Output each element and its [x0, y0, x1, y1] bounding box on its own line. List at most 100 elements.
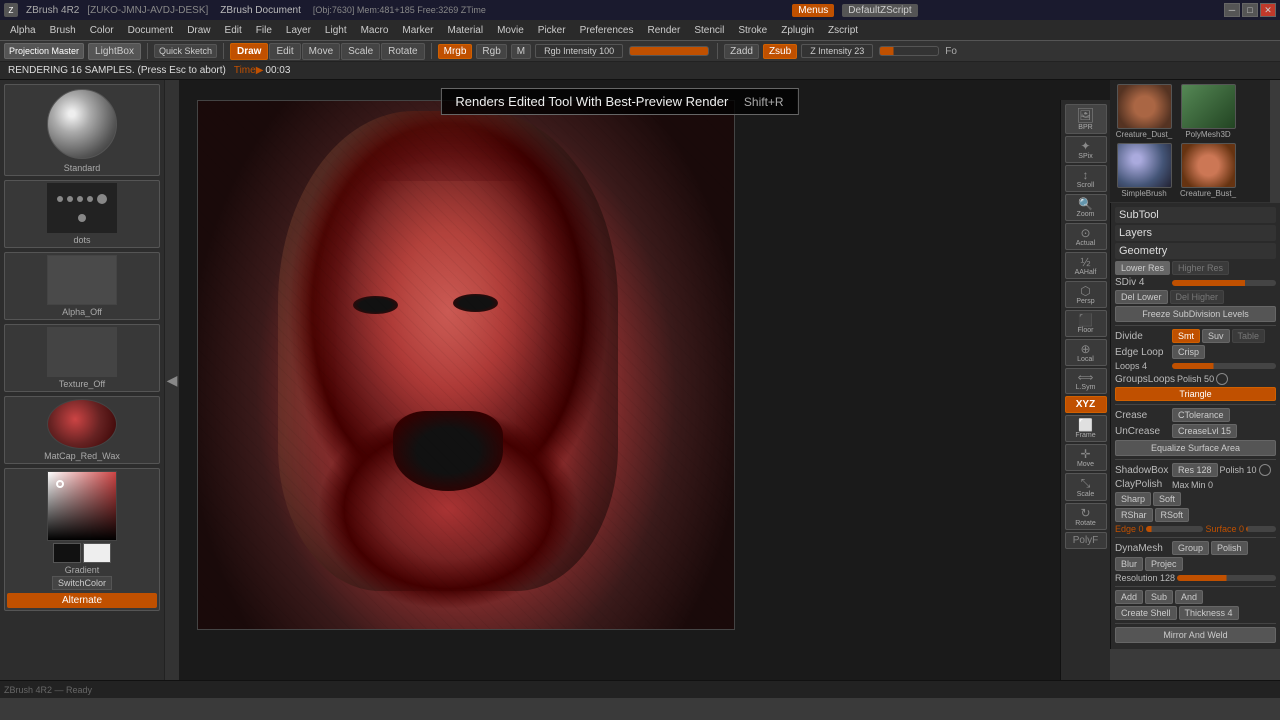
and-btn[interactable]: And	[1175, 590, 1203, 604]
rshar-btn[interactable]: RShar	[1115, 508, 1153, 522]
menu-zplugin[interactable]: Zplugin	[775, 23, 820, 38]
menu-color[interactable]: Color	[84, 23, 120, 38]
lower-res-btn[interactable]: Lower Res	[1115, 261, 1170, 275]
default-script-btn[interactable]: DefaultZScript	[842, 4, 917, 17]
group-btn[interactable]: Group	[1172, 541, 1209, 555]
thumb-simplebrush[interactable]: SimpleBrush	[1114, 143, 1174, 198]
mrgb-btn[interactable]: Mrgb	[438, 44, 473, 59]
bpr-btn[interactable]: 🖼 BPR	[1065, 104, 1107, 134]
aahalf-btn[interactable]: ½ AAHalf	[1065, 252, 1107, 279]
equalize-btn[interactable]: Equalize Surface Area	[1115, 440, 1276, 456]
sub-btn[interactable]: Sub	[1145, 590, 1173, 604]
layers-header[interactable]: Layers	[1115, 225, 1276, 241]
del-lower-btn[interactable]: Del Lower	[1115, 290, 1168, 304]
material-preview-tile[interactable]: MatCap_Red_Wax	[4, 396, 160, 464]
color-picker[interactable]	[47, 471, 117, 541]
brush-preview-tile[interactable]: Standard	[4, 84, 160, 176]
rotate-nav-btn[interactable]: ↻ Rotate	[1065, 503, 1107, 530]
frame-btn[interactable]: ⬜ Frame	[1065, 415, 1107, 442]
surface-slider[interactable]	[1246, 526, 1276, 532]
soft-btn[interactable]: Soft	[1153, 492, 1181, 506]
alternate-btn[interactable]: Alternate	[7, 593, 157, 608]
menu-zscript[interactable]: Zscript	[822, 23, 864, 38]
geometry-header[interactable]: Geometry	[1115, 243, 1276, 259]
alpha-preview-tile[interactable]: Alpha_Off	[4, 252, 160, 320]
edit-mode-btn[interactable]: Edit	[269, 43, 300, 60]
polish-10-toggle[interactable]	[1259, 464, 1271, 476]
creaselvl-btn[interactable]: CreaseLvl 15	[1172, 424, 1237, 438]
floor-btn[interactable]: ⬛ Floor	[1065, 310, 1107, 337]
move-nav-btn[interactable]: ✛ Move	[1065, 444, 1107, 471]
sdiv-slider[interactable]	[1172, 280, 1276, 286]
polish-50-toggle[interactable]	[1216, 373, 1228, 385]
rotate-mode-btn[interactable]: Rotate	[381, 43, 424, 60]
projection-master-btn[interactable]: Projection Master	[4, 43, 84, 59]
zoom-btn[interactable]: 🔍 Zoom	[1065, 194, 1107, 221]
menu-layer[interactable]: Layer	[280, 23, 317, 38]
higher-res-btn[interactable]: Higher Res	[1172, 261, 1229, 275]
suv-btn[interactable]: Suv	[1202, 329, 1230, 343]
rsoft-btn[interactable]: RSoft	[1155, 508, 1190, 522]
menu-document[interactable]: Document	[122, 23, 180, 38]
texture-preview-tile[interactable]: Texture_Off	[4, 324, 160, 392]
scroll-btn[interactable]: ↕ Scroll	[1065, 165, 1107, 192]
menu-draw[interactable]: Draw	[181, 23, 216, 38]
swatch-white[interactable]	[83, 543, 111, 563]
subtool-header[interactable]: SubTool	[1115, 207, 1276, 223]
polyf-btn[interactable]: PolyF	[1065, 532, 1107, 549]
project-btn[interactable]: Projec	[1145, 557, 1183, 571]
actual-btn[interactable]: ⊙ Actual	[1065, 223, 1107, 250]
menu-stroke[interactable]: Stroke	[732, 23, 773, 38]
smt-btn[interactable]: Smt	[1172, 329, 1200, 343]
move-mode-btn[interactable]: Move	[302, 43, 340, 60]
table-btn[interactable]: Table	[1232, 329, 1266, 343]
scale-nav-btn[interactable]: ⤡ Scale	[1065, 473, 1107, 501]
menu-picker[interactable]: Picker	[532, 23, 572, 38]
sharp-btn[interactable]: Sharp	[1115, 492, 1151, 506]
m-btn[interactable]: M	[511, 44, 531, 59]
menu-render[interactable]: Render	[642, 23, 687, 38]
color-picker-tile[interactable]: Gradient SwitchColor Alternate	[4, 468, 160, 611]
menu-light[interactable]: Light	[319, 23, 353, 38]
left-collapse-arrow[interactable]: ◀	[165, 80, 179, 680]
create-shell-btn[interactable]: Create Shell	[1115, 606, 1177, 620]
xyz-btn[interactable]: XYZ	[1065, 396, 1107, 413]
lsym-btn[interactable]: ⟺ L.Sym	[1065, 368, 1107, 394]
minimize-btn[interactable]: ─	[1224, 3, 1240, 17]
persp-btn[interactable]: ⬡ Persp	[1065, 281, 1107, 308]
spix-btn[interactable]: ✦ SPix	[1065, 136, 1107, 163]
scale-mode-btn[interactable]: Scale	[341, 43, 380, 60]
menu-alpha[interactable]: Alpha	[4, 23, 42, 38]
freeze-btn[interactable]: Freeze SubDivision Levels	[1115, 306, 1276, 322]
blur-btn[interactable]: Blur	[1115, 557, 1143, 571]
menus-btn[interactable]: Menus	[792, 4, 834, 17]
polish-btn[interactable]: Polish	[1211, 541, 1248, 555]
resolution-slider[interactable]	[1177, 575, 1276, 581]
zadd-btn[interactable]: Zadd	[724, 44, 759, 59]
quick-sketch-btn[interactable]: Quick Sketch	[154, 44, 217, 58]
z-intensity-slider[interactable]	[879, 46, 939, 56]
add-btn[interactable]: Add	[1115, 590, 1143, 604]
edge-slider[interactable]	[1146, 526, 1204, 532]
maximize-btn[interactable]: □	[1242, 3, 1258, 17]
menu-macro[interactable]: Macro	[355, 23, 395, 38]
thumb-creature-dust1[interactable]: Creature_Dust_	[1114, 84, 1174, 139]
crisp-btn[interactable]: Crisp	[1172, 345, 1205, 359]
res128-btn[interactable]: Res 128	[1172, 463, 1218, 477]
color-cursor[interactable]	[56, 480, 64, 488]
thickness-btn[interactable]: Thickness 4	[1179, 606, 1239, 620]
draw-mode-btn[interactable]: Draw	[230, 43, 268, 60]
ctolerance-btn[interactable]: CTolerance	[1172, 408, 1230, 422]
mirror-weld-btn[interactable]: Mirror And Weld	[1115, 627, 1276, 643]
stroke-preview-tile[interactable]: dots	[4, 180, 160, 248]
triangle-btn[interactable]: Triangle	[1115, 387, 1276, 401]
menu-preferences[interactable]: Preferences	[574, 23, 640, 38]
del-higher-btn[interactable]: Del Higher	[1170, 290, 1225, 304]
menu-marker[interactable]: Marker	[396, 23, 439, 38]
thumb-polymesh3d[interactable]: PolyMesh3D	[1178, 84, 1238, 139]
menu-movie[interactable]: Movie	[491, 23, 530, 38]
close-btn[interactable]: ✕	[1260, 3, 1276, 17]
lightbox-btn[interactable]: LightBox	[88, 43, 141, 60]
switch-color-btn[interactable]: SwitchColor	[52, 576, 112, 590]
menu-stencil[interactable]: Stencil	[688, 23, 730, 38]
